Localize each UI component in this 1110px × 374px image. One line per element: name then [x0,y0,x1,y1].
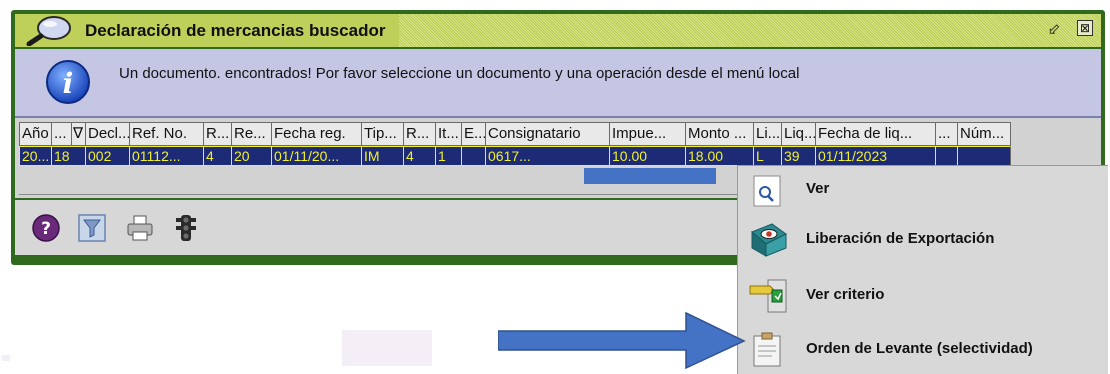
column-header[interactable]: ... [935,122,957,146]
menu-item-label: Liberación de Exportación [806,230,995,247]
table-cell[interactable]: 18.00 [685,146,753,166]
column-header[interactable]: R... [203,122,231,146]
table-cell[interactable]: 01112... [129,146,203,166]
faint-artifact [2,355,10,361]
table-cell[interactable]: 4 [403,146,435,166]
window-title: Declaración de mercancias buscador [85,21,386,40]
column-header[interactable]: E... [461,122,485,146]
table-cell[interactable]: 01/11/2023 [815,146,935,166]
table-cell[interactable]: 01/11/20... [271,146,361,166]
table-cell[interactable]: L [753,146,781,166]
menu-item-orden-levante[interactable]: Orden de Levante (selectividad) [738,326,1108,374]
traffic-light-icon[interactable] [171,213,201,243]
table-cell[interactable]: 20... [19,146,51,166]
column-header[interactable]: Li... [753,122,781,146]
menu-item-label: Ver criterio [806,286,885,303]
table-cell[interactable]: 1 [435,146,461,166]
table-cell[interactable]: 4 [203,146,231,166]
table-cell[interactable] [935,146,957,166]
column-header[interactable]: Decl... [85,122,129,146]
help-icon[interactable]: ? [31,213,61,243]
column-header[interactable]: Re... [231,122,271,146]
redaction-bar [584,168,716,184]
column-header[interactable]: It... [435,122,461,146]
column-header[interactable]: Impue... [609,122,685,146]
table-row[interactable]: 20... 18 002 01112... 4 20 01/11/20... I… [19,146,1011,166]
table-cell[interactable]: 10.00 [609,146,685,166]
table-cell[interactable]: 002 [85,146,129,166]
context-menu: Ver Liberación de Exportación Ver criter… [737,165,1108,374]
info-icon: i [46,60,90,104]
menu-item-label: Ver [806,180,830,197]
info-message: Un documento. encontrados! Por favor sel… [119,65,800,82]
table-cell[interactable] [461,146,485,166]
filter-icon[interactable] [77,213,107,243]
table-cell[interactable]: 39 [781,146,815,166]
svg-text:?: ? [41,219,51,239]
eye-icon [751,223,787,257]
table-cell[interactable]: IM [361,146,403,166]
sort-indicator-icon[interactable]: ∇ [71,122,85,146]
close-icon[interactable]: ⊠ [1077,20,1093,36]
column-header[interactable]: ... [51,122,71,146]
svg-text:i: i [63,67,74,100]
menu-item-liberacion-exportacion[interactable]: Liberación de Exportación [738,216,1108,264]
column-header[interactable]: Fecha reg. [271,122,361,146]
restore-icon[interactable]: ⬃ [1045,20,1063,38]
column-header[interactable]: Monto ... [685,122,753,146]
menu-item-label: Orden de Levante (selectividad) [806,340,1033,357]
document-icon [753,332,781,367]
criteria-icon [749,279,787,313]
menu-item-ver[interactable]: Ver [738,166,1108,214]
info-bar: i Un documento. encontrados! Por favor s… [15,49,1101,118]
column-header[interactable]: Tip... [361,122,403,146]
column-header[interactable]: Núm... [957,122,1011,146]
table-cell[interactable]: 18 [51,146,85,166]
title-bar-left: Declaración de mercancias buscador [15,14,399,47]
table-cell[interactable] [957,146,1011,166]
column-header[interactable]: R... [403,122,435,146]
column-header[interactable]: Año [19,122,51,146]
grid-header: Año ... ∇ Decl... Ref. No. R... Re... Fe… [19,122,1011,146]
magnifier-icon [753,175,781,207]
column-header[interactable]: Liq... [781,122,815,146]
column-header[interactable]: Fecha de liq... [815,122,935,146]
table-cell[interactable]: 20 [231,146,271,166]
print-icon[interactable] [125,213,155,243]
column-header[interactable]: Consignatario [485,122,609,146]
faint-artifact [342,330,432,366]
menu-item-ver-criterio[interactable]: Ver criterio [738,272,1108,320]
column-header[interactable]: Ref. No. [129,122,203,146]
title-bar[interactable]: Declaración de mercancias buscador ⬃ ⊠ [15,14,1101,47]
table-cell[interactable]: 0617... [485,146,609,166]
magnifier-icon [26,16,71,46]
pointer-arrow [498,311,746,370]
